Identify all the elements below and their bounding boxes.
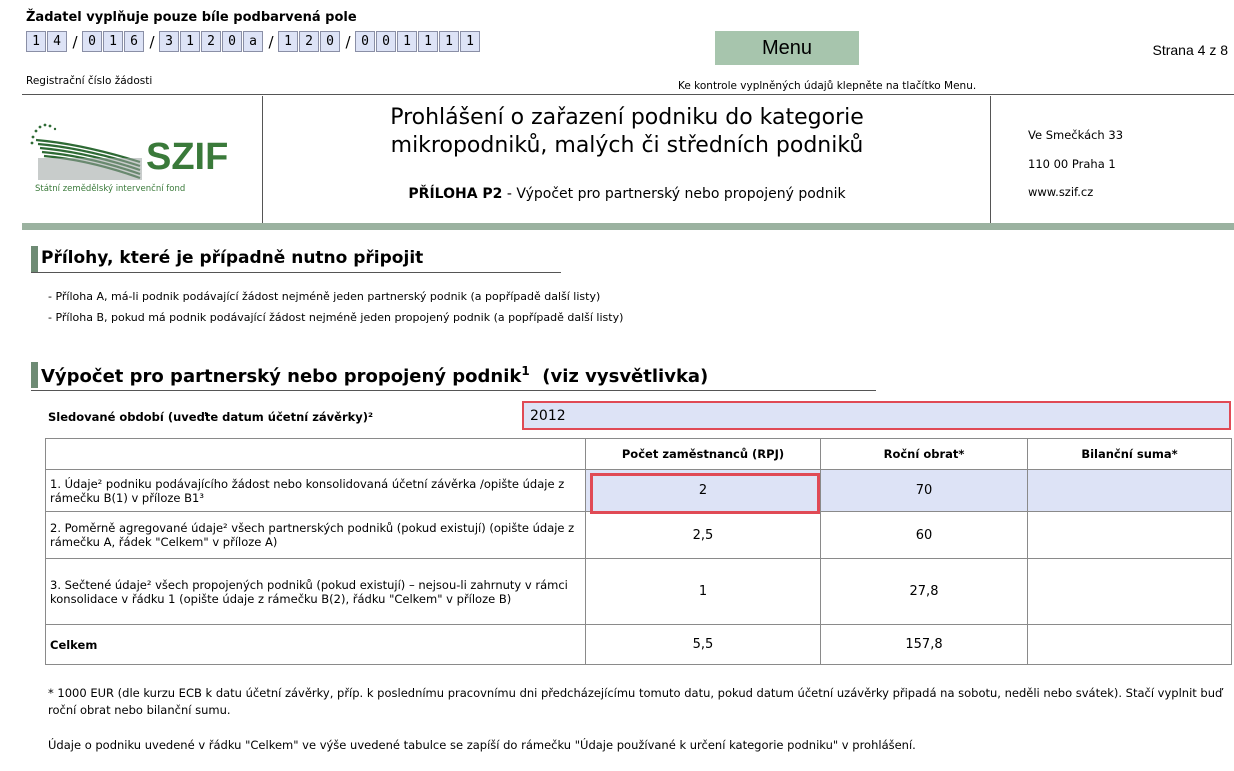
reg-separator: / bbox=[268, 32, 274, 51]
row-label: 3. Sečtené údaje² všech propojených podn… bbox=[45, 558, 586, 625]
row-label-total: Celkem bbox=[45, 624, 586, 665]
reg-digit-cell[interactable]: 1 bbox=[180, 31, 200, 52]
form-instruction: Žadatel vyplňuje pouze bíle podbarvená p… bbox=[26, 10, 357, 25]
period-input[interactable]: 2012 bbox=[522, 401, 1231, 430]
reg-digit-cell[interactable]: a bbox=[243, 31, 263, 52]
row-label: 2. Poměrně agregované údaje² všech partn… bbox=[45, 511, 586, 559]
section-underline bbox=[31, 272, 561, 273]
balance-value bbox=[1027, 558, 1232, 625]
total-note: Údaje o podniku uvedené v řádku "Celkem"… bbox=[48, 738, 916, 752]
table-row: 3. Sečtené údaje² všech propojených podn… bbox=[45, 558, 1232, 625]
form-title-line1: Prohlášení o zařazení podniku do kategor… bbox=[390, 105, 864, 130]
reg-digit-cell[interactable]: 1 bbox=[397, 31, 417, 52]
reg-digit-cell[interactable]: 0 bbox=[82, 31, 102, 52]
address-street: Ve Smečkách 33 bbox=[1028, 128, 1124, 142]
szif-logo: SZIF Státní zemědělský intervenční fond bbox=[22, 96, 262, 223]
header-divider bbox=[22, 94, 1234, 95]
reg-digit-cell[interactable]: 0 bbox=[222, 31, 242, 52]
balance-value bbox=[1027, 511, 1232, 559]
calculation-heading-text: Výpočet pro partnerský nebo propojený po… bbox=[41, 366, 522, 387]
employees-input[interactable]: 2 bbox=[585, 469, 821, 512]
registration-caption: Registrační číslo žádosti bbox=[26, 75, 153, 87]
table-row-total: Celkem 5,5 157,8 bbox=[45, 624, 1232, 665]
header-separator bbox=[262, 96, 263, 224]
reg-digit-cell[interactable]: 0 bbox=[320, 31, 340, 52]
section-marker bbox=[31, 362, 38, 388]
address-city: 110 00 Praha 1 bbox=[1028, 157, 1116, 171]
reg-separator: / bbox=[72, 32, 78, 51]
header-separator bbox=[990, 96, 991, 224]
reg-digit-cell[interactable]: 1 bbox=[460, 31, 480, 52]
table-header-empty bbox=[45, 438, 586, 470]
turnover-value: 27,8 bbox=[820, 558, 1028, 625]
menu-hint: Ke kontrole vyplněných údajů klepněte na… bbox=[678, 80, 977, 92]
reg-digit-cell[interactable]: 1 bbox=[439, 31, 459, 52]
reg-separator: / bbox=[345, 32, 351, 51]
reg-digit-cell[interactable]: 1 bbox=[103, 31, 123, 52]
turnover-value: 60 bbox=[820, 511, 1028, 559]
period-label: Sledované období (uveďte datum účetní zá… bbox=[48, 410, 374, 424]
table-row: 1. Údaje² podniku podávajícího žádost ne… bbox=[45, 469, 1232, 512]
section-underline bbox=[31, 390, 876, 391]
turnover-total: 157,8 bbox=[820, 624, 1028, 665]
column-header-employees: Počet zaměstnanců (RPJ) bbox=[585, 438, 821, 470]
header-green-bar bbox=[22, 223, 1234, 230]
reg-digit-cell[interactable]: 1 bbox=[418, 31, 438, 52]
reg-separator: / bbox=[149, 32, 155, 51]
reg-digit-cell[interactable]: 3 bbox=[159, 31, 179, 52]
employees-value: 1 bbox=[585, 558, 821, 625]
registration-number: 1 4/0 1 6/3 1 2 0 a/1 2 0/0 0 1 1 1 1 bbox=[26, 31, 481, 52]
calculation-heading: Výpočet pro partnerský nebo propojený po… bbox=[41, 364, 708, 387]
logo-subtitle: Státní zemědělský intervenční fond bbox=[35, 184, 186, 194]
column-header-balance: Bilanční suma* bbox=[1027, 438, 1232, 470]
annex-label: PŘÍLOHA P2 bbox=[408, 186, 503, 202]
reg-digit-cell[interactable]: 2 bbox=[299, 31, 319, 52]
calculation-table: Počet zaměstnanců (RPJ) Roční obrat* Bil… bbox=[45, 438, 1232, 665]
reg-digit-cell[interactable]: 0 bbox=[376, 31, 396, 52]
page-indicator: Strana 4 z 8 bbox=[1152, 42, 1229, 58]
annex-description: - Výpočet pro partnerský nebo propojený … bbox=[502, 186, 846, 202]
reg-digit-cell[interactable]: 6 bbox=[124, 31, 144, 52]
employees-value: 2,5 bbox=[585, 511, 821, 559]
table-header-row: Počet zaměstnanců (RPJ) Roční obrat* Bil… bbox=[45, 438, 1232, 470]
heading-superscript: 1 bbox=[521, 364, 530, 378]
heading-suffix: (viz vysvětlivka) bbox=[542, 366, 709, 387]
turnover-input[interactable]: 70 bbox=[820, 469, 1028, 512]
row-label: 1. Údaje² podniku podávajícího žádost ne… bbox=[45, 469, 586, 512]
footnote: * 1000 EUR (dle kurzu ECB k datu účetní … bbox=[48, 686, 1223, 717]
attachments-heading: Přílohy, které je případně nutno připoji… bbox=[41, 248, 424, 268]
reg-digit-cell[interactable]: 1 bbox=[278, 31, 298, 52]
reg-digit-cell[interactable]: 4 bbox=[47, 31, 67, 52]
attachment-item: - Příloha B, pokud má podnik podávající … bbox=[48, 311, 624, 324]
reg-digit-cell[interactable]: 1 bbox=[26, 31, 46, 52]
annex-title: PŘÍLOHA P2 - Výpočet pro partnerský nebo… bbox=[264, 186, 990, 202]
section-marker bbox=[31, 246, 38, 272]
address-web: www.szif.cz bbox=[1028, 185, 1094, 199]
form-title-line2: mikropodniků, malých či středních podnik… bbox=[390, 133, 864, 158]
balance-total bbox=[1027, 624, 1232, 665]
menu-button[interactable]: Menu bbox=[715, 31, 859, 65]
reg-digit-cell[interactable]: 2 bbox=[201, 31, 221, 52]
reg-digit-cell[interactable]: 0 bbox=[355, 31, 375, 52]
attachment-item: - Příloha A, má-li podnik podávající žád… bbox=[48, 290, 601, 303]
logo-wordmark: SZIF bbox=[146, 136, 229, 178]
table-row: 2. Poměrně agregované údaje² všech partn… bbox=[45, 511, 1232, 559]
column-header-turnover: Roční obrat* bbox=[820, 438, 1028, 470]
employees-total: 5,5 bbox=[585, 624, 821, 665]
balance-input[interactable] bbox=[1027, 469, 1232, 512]
